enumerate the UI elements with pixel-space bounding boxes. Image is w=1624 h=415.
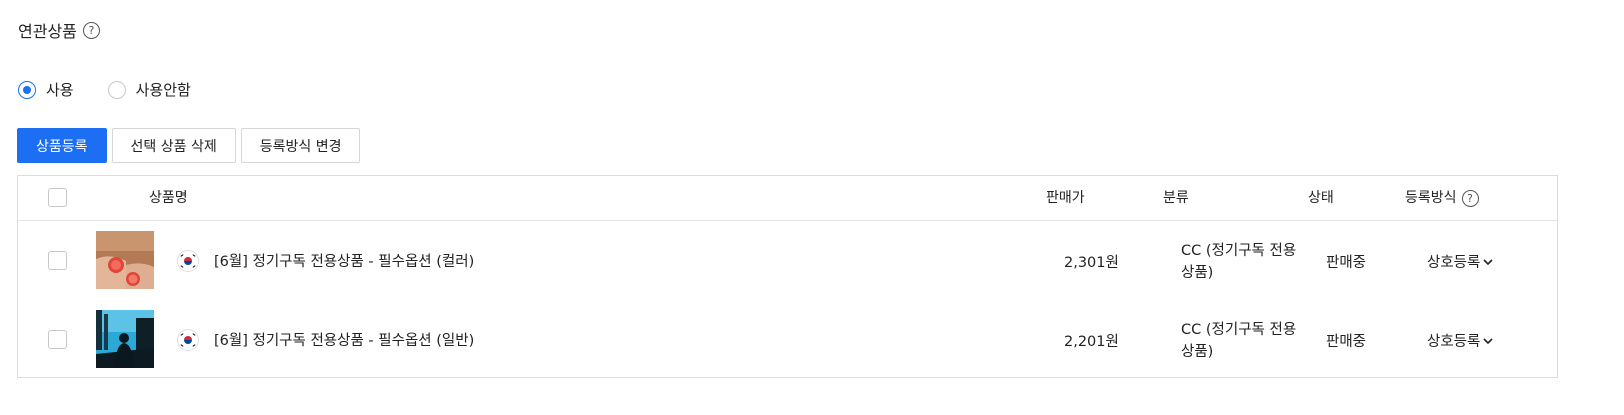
help-icon[interactable]: ? <box>82 21 100 39</box>
category-line: 상품) <box>1181 265 1214 281</box>
related-products-table: 상품명 판매가 분류 상태 등록방식 ? [6월] 정기구독 전용상품 - 필수… <box>17 175 1558 378</box>
header-price-label: 판매가 <box>1046 190 1085 206</box>
related-products-panel: 연관상품 ? 사용 사용안함 상품등록 선택 상품 삭제 등록방식 변경 상품명… <box>0 0 1624 415</box>
section-header: 연관상품 ? <box>18 18 100 42</box>
product-name[interactable]: [6월] 정기구독 전용상품 - 필수옵션 (일반) <box>214 329 474 350</box>
method-dropdown[interactable]: 상호등록 <box>1427 330 1494 351</box>
chevron-down-icon <box>1483 337 1493 344</box>
product-category: CC (정기구독 전용 상품) <box>1181 319 1296 363</box>
table-header: 상품명 판매가 분류 상태 등록방식 ? <box>18 176 1557 221</box>
header-status-label: 상태 <box>1308 190 1334 206</box>
category-line: 상품) <box>1181 344 1214 360</box>
header-price: 판매가 <box>1046 176 1085 220</box>
header-name: 상품명 <box>149 176 188 220</box>
select-all-checkbox[interactable] <box>48 188 67 207</box>
change-method-button[interactable]: 등록방식 변경 <box>240 128 361 163</box>
radio-unchecked-icon[interactable] <box>107 80 126 99</box>
method-dropdown[interactable]: 상호등록 <box>1427 251 1494 272</box>
delete-selected-button[interactable]: 선택 상품 삭제 <box>111 128 236 163</box>
product-thumbnail <box>96 310 154 368</box>
korea-flag-icon <box>177 329 199 351</box>
header-method: 등록방식 ? <box>1405 176 1479 220</box>
radio-use-label: 사용 <box>46 81 74 99</box>
table-row: [6월] 정기구독 전용상품 - 필수옵션 (컬러) 2,301원 CC (정기… <box>18 221 1557 300</box>
product-category: CC (정기구독 전용 상품) <box>1181 240 1296 284</box>
method-dropdown-label: 상호등록 <box>1427 255 1481 271</box>
section-title: 연관상품 <box>18 22 77 41</box>
product-name[interactable]: [6월] 정기구독 전용상품 - 필수옵션 (컬러) <box>214 250 474 271</box>
row-checkbox[interactable] <box>48 330 67 349</box>
radio-checked-icon[interactable] <box>18 80 36 99</box>
grapefruit-hands-photo <box>96 231 154 289</box>
header-method-label: 등록방식 <box>1405 190 1457 206</box>
product-price: 2,301원 <box>1064 255 1119 271</box>
product-price: 2,201원 <box>1064 334 1119 350</box>
radio-not-use[interactable]: 사용안함 <box>107 79 191 100</box>
category-line: CC (정기구독 전용 <box>1181 243 1297 259</box>
row-checkbox[interactable] <box>48 251 67 270</box>
city-silhouette-photo <box>96 310 154 368</box>
header-name-label: 상품명 <box>149 190 188 206</box>
header-status: 상태 <box>1308 176 1334 220</box>
method-help-icon[interactable]: ? <box>1461 189 1479 207</box>
register-product-button[interactable]: 상품등록 <box>17 128 107 163</box>
header-category: 분류 <box>1163 176 1189 220</box>
product-status: 판매중 <box>1326 334 1367 350</box>
radio-not-use-label: 사용안함 <box>135 81 191 99</box>
category-line: CC (정기구독 전용 <box>1181 322 1297 338</box>
toolbar: 상품등록 선택 상품 삭제 등록방식 변경 <box>17 128 361 163</box>
korea-flag-icon <box>177 250 199 272</box>
header-category-label: 분류 <box>1163 190 1189 206</box>
product-thumbnail <box>96 231 154 289</box>
product-status: 판매중 <box>1326 255 1367 271</box>
method-dropdown-label: 상호등록 <box>1427 334 1481 350</box>
chevron-down-icon <box>1483 258 1493 265</box>
table-row: [6월] 정기구독 전용상품 - 필수옵션 (일반) 2,201원 CC (정기… <box>18 300 1557 379</box>
radio-use[interactable]: 사용 <box>18 79 74 100</box>
usage-radio-group: 사용 사용안함 <box>18 79 225 100</box>
